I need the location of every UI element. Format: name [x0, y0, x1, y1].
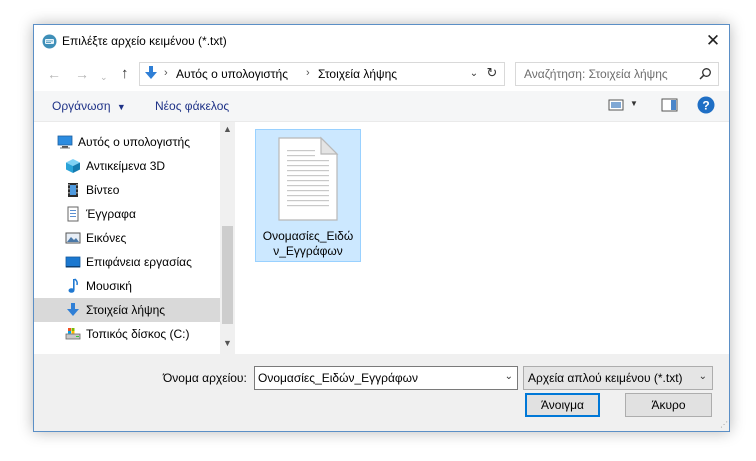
file-name: Ονομασίες_Ειδώ ν_Εγγράφων [256, 229, 360, 259]
computer-icon [57, 135, 73, 149]
search-box[interactable]: Αναζήτηση: Στοιχεία λήψης [515, 62, 719, 86]
navigation-scrollbar[interactable]: ▲ ▼ [220, 122, 235, 354]
sidebar-item-label: Έγγραφα [86, 207, 136, 221]
navigation-bar: ← → ⌄ ↑ › Αυτός ο υπολογιστής › Στοιχεία… [34, 57, 729, 91]
file-type-select[interactable]: Αρχεία απλού κειμένου (*.txt) ⌄ [523, 366, 713, 390]
video-icon [68, 183, 78, 197]
chevron-down-icon: ⌄ [469, 68, 479, 79]
chevron-up-icon: ▲ [223, 124, 232, 134]
3d-objects-icon [66, 159, 80, 173]
new-folder-button[interactable]: Νέος φάκελος [155, 99, 229, 113]
scroll-down-button[interactable]: ▼ [220, 338, 235, 352]
sidebar-item-desktop[interactable]: Επιφάνεια εργασίας [34, 250, 220, 274]
sidebar-item-3d-objects[interactable]: Αντικείμενα 3D [34, 154, 220, 178]
svg-text:?: ? [702, 99, 709, 113]
open-button[interactable]: Άνοιγμα [525, 393, 600, 417]
filename-field[interactable]: Ονομασίες_Ειδών_Εγγράφων ⌄ [254, 366, 518, 390]
sidebar-item-videos[interactable]: Βίντεο [34, 178, 220, 202]
forward-arrow-icon: → [75, 66, 89, 82]
pictures-icon [65, 232, 81, 244]
close-button[interactable]: ✕ [703, 31, 723, 51]
help-icon: ? [697, 96, 715, 114]
downloads-icon [143, 65, 159, 84]
filename-value: Ονομασίες_Ειδών_Εγγράφων [258, 371, 419, 385]
sidebar-item-downloads[interactable]: Στοιχεία λήψης [34, 298, 220, 322]
sidebar-item-label: Μουσική [86, 279, 132, 293]
back-button[interactable]: ← [47, 66, 61, 82]
navigation-pane: Αυτός ο υπολογιστής Αντικείμενα 3D Βίντε… [34, 122, 220, 354]
preview-pane-button[interactable] [661, 97, 678, 116]
file-list: Ονομασίες_Ειδώ ν_Εγγράφων [236, 122, 729, 354]
footer-panel: Όνομα αρχείου: Ονομασίες_Ειδών_Εγγράφων … [34, 354, 729, 431]
address-history-button[interactable]: ⌄ [464, 63, 484, 85]
file-name-line-1: Ονομασίες_Ειδώ [262, 229, 354, 243]
command-bar: Οργάνωση ▼ Νέος φάκελος ▼ ? [34, 91, 729, 122]
sidebar-item-label: Εικόνες [86, 231, 127, 245]
caret-down-icon: ▼ [116, 102, 126, 112]
resize-grip-icon[interactable]: ⋰ [720, 420, 728, 429]
scroll-thumb[interactable] [222, 226, 233, 324]
file-name-line-2: ν_Εγγράφων [273, 244, 343, 258]
recent-locations-button[interactable]: ⌄ [100, 69, 108, 85]
sidebar-item-this-pc[interactable]: Αυτός ο υπολογιστής [34, 130, 220, 154]
chevron-down-icon: ⌄ [100, 72, 108, 82]
refresh-button[interactable]: ↻ [482, 62, 502, 84]
refresh-icon: ↻ [486, 65, 498, 80]
downloads-icon [67, 303, 79, 316]
search-placeholder: Αναζήτηση: Στοιχεία λήψης [524, 67, 668, 81]
app-icon [42, 34, 57, 49]
up-button[interactable]: ↑ [121, 65, 129, 82]
organize-label: Οργάνωση [52, 99, 111, 113]
file-item[interactable]: Ονομασίες_Ειδώ ν_Εγγράφων [255, 129, 361, 262]
view-icon [608, 99, 624, 111]
sidebar-item-label: Στοιχεία λήψης [86, 303, 166, 317]
address-bar[interactable]: › Αυτός ο υπολογιστής › Στοιχεία λήψης ⌄ [139, 62, 505, 86]
back-arrow-icon: ← [47, 66, 61, 82]
drive-icon [65, 328, 81, 340]
chevron-down-icon[interactable]: ⌄ [505, 371, 513, 382]
up-arrow-icon: ↑ [121, 65, 129, 82]
breadcrumb-item-this-pc[interactable]: Αυτός ο υπολογιστής [176, 67, 288, 81]
desktop-icon [65, 256, 81, 268]
scroll-up-button[interactable]: ▲ [220, 124, 235, 138]
window-title: Επιλέξτε αρχείο κειμένου (*.txt) [62, 34, 227, 48]
file-type-value: Αρχεία απλού κειμένου (*.txt) [528, 371, 683, 385]
organize-button[interactable]: Οργάνωση ▼ [52, 99, 126, 113]
filename-label: Όνομα αρχείου: [163, 371, 247, 385]
caret-down-icon: ▼ [630, 99, 638, 108]
documents-icon [67, 206, 79, 222]
sidebar-item-label: Επιφάνεια εργασίας [86, 255, 192, 269]
sidebar-item-label: Βίντεο [86, 183, 120, 197]
close-icon: ✕ [705, 31, 721, 50]
text-file-icon [275, 136, 341, 225]
sidebar-item-documents[interactable]: Έγγραφα [34, 202, 220, 226]
sidebar-item-local-disk[interactable]: Τοπικός δίσκος (C:) [34, 322, 220, 346]
sidebar-item-pictures[interactable]: Εικόνες [34, 226, 220, 250]
chevron-down-icon: ⌄ [698, 371, 707, 382]
breadcrumb-chevron-icon: › [306, 67, 310, 79]
sidebar-item-music[interactable]: Μουσική [34, 274, 220, 298]
chevron-down-icon: ▼ [223, 338, 232, 348]
cancel-button[interactable]: Άκυρο [625, 393, 712, 417]
sidebar-item-label: Τοπικός δίσκος (C:) [86, 327, 190, 341]
breadcrumb-item-downloads[interactable]: Στοιχεία λήψης [318, 67, 397, 81]
help-button[interactable]: ? [697, 96, 715, 117]
breadcrumb-chevron-icon: › [164, 67, 168, 79]
music-icon [68, 278, 78, 293]
change-view-button[interactable]: ▼ [608, 97, 638, 116]
sidebar-item-label: Αντικείμενα 3D [86, 159, 166, 173]
title-bar: Επιλέξτε αρχείο κειμένου (*.txt) ✕ [34, 25, 729, 57]
sidebar-item-label: Αυτός ο υπολογιστής [78, 135, 190, 149]
preview-pane-icon [661, 98, 678, 112]
file-open-dialog: Επιλέξτε αρχείο κειμένου (*.txt) ✕ ← → ⌄… [33, 24, 730, 432]
search-icon [699, 67, 712, 83]
forward-button[interactable]: → [75, 66, 89, 82]
